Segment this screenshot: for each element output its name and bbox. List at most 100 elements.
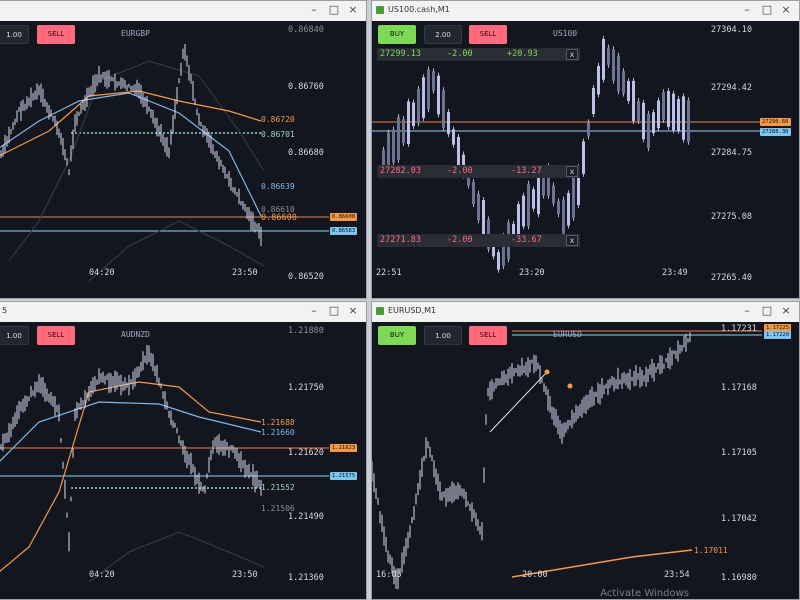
maximize-icon[interactable]: □: [327, 304, 341, 318]
chart-window-us100[interactable]: US100.cash,M1 – □ × BUY 2.00 SELL US100 …: [371, 0, 800, 299]
price-axis-label: 0.86520: [288, 272, 324, 282]
window-titlebar[interactable]: 5 – □ ×: [0, 302, 366, 322]
candle-body: [442, 90, 445, 128]
candle-body: [412, 102, 415, 127]
candle-body: [552, 185, 555, 204]
price-axis-label: 27265.40: [711, 273, 752, 283]
window-title: EURUSD,M1: [388, 306, 437, 315]
candle-body: [537, 171, 540, 215]
price-axis-label: 0.86600: [261, 213, 297, 223]
price-axis-label: 1.16980: [721, 573, 757, 583]
candle-body: [632, 80, 635, 122]
candle-body: [402, 118, 405, 144]
candle-body: [597, 65, 600, 95]
price-tag-orange: 0.86600: [330, 213, 358, 221]
maximize-icon[interactable]: □: [760, 304, 774, 318]
price-tag-orange: 1.21623: [330, 444, 358, 452]
candle-body: [407, 101, 410, 144]
buy-button[interactable]: BUY: [378, 25, 416, 44]
minimize-icon[interactable]: –: [307, 304, 321, 318]
chart-plot-area[interactable]: BUY 1.00 SELL EURUSD 1.17231 1.17168 1.1…: [372, 322, 799, 599]
chart-plot-area[interactable]: BUY 2.00 SELL US100 27299.13 -2.00 +20.9…: [372, 21, 799, 298]
window-titlebar[interactable]: EURUSD,M1 – □ ×: [372, 302, 799, 322]
candle-body: [477, 193, 480, 221]
sell-button[interactable]: SELL: [469, 25, 507, 44]
close-icon[interactable]: ×: [779, 3, 793, 17]
lot-size-field[interactable]: 1.00: [0, 326, 29, 345]
price-chart: [0, 345, 329, 583]
time-axis-label: 23:50: [232, 268, 258, 278]
candle-body: [572, 177, 575, 218]
price-chart: [372, 35, 762, 273]
candle-body: [522, 195, 525, 227]
chart-plot-area[interactable]: 1.00 SELL AUDNZD 1.21880 1.21750 1.21688…: [0, 322, 366, 599]
price-axis-label: 27294.42: [711, 83, 752, 93]
candle-body: [657, 100, 660, 129]
moving-average-blue: [0, 92, 262, 217]
candle-body: [447, 111, 450, 135]
price-axis-label: 0.86840: [288, 25, 324, 35]
window-titlebar[interactable]: – □ ×: [0, 1, 366, 21]
activate-windows-watermark: Activate Windows: [600, 588, 689, 599]
close-icon[interactable]: ×: [346, 304, 360, 318]
candle-body: [667, 91, 670, 127]
close-icon[interactable]: ×: [346, 3, 360, 17]
candle-body: [642, 102, 645, 140]
chart-plot-area[interactable]: 1.00 SELL EURGBP 0.86840 0.86760 0.86720…: [0, 21, 366, 298]
price-chart: [0, 43, 329, 282]
time-axis-label: 23:50: [232, 570, 258, 580]
minimize-icon[interactable]: –: [307, 3, 321, 17]
indicator-level-label: 1.21688: [261, 418, 295, 427]
candle-body: [527, 183, 530, 227]
close-icon[interactable]: ×: [779, 304, 793, 318]
chart-window-audnzd[interactable]: 5 – □ × 1.00 SELL AUDNZD 1.21880 1.21750…: [0, 301, 367, 600]
candle-body: [587, 122, 590, 137]
order-line-row[interactable]: 27299.13 -2.00 +20.93 x: [377, 48, 580, 61]
close-order-button[interactable]: x: [566, 235, 578, 246]
candle-body: [617, 55, 620, 92]
lot-size-field[interactable]: 1.00: [424, 326, 462, 345]
order-pnl: -13.27: [511, 166, 542, 176]
candle-body: [677, 99, 680, 131]
price-axis-label: 1.21620: [288, 448, 324, 458]
candle-body: [397, 117, 400, 160]
buy-button[interactable]: BUY: [378, 326, 416, 345]
candle-body: [622, 71, 625, 94]
minimize-icon[interactable]: –: [740, 304, 754, 318]
indicator-level-label: 1.17011: [694, 546, 728, 555]
candle-body: [517, 204, 520, 238]
order-line-row[interactable]: 27282.03 -2.00 -13.27 x: [377, 165, 580, 178]
trendline: [489, 371, 548, 433]
window-title: US100.cash,M1: [388, 5, 450, 14]
candle-body: [637, 101, 640, 121]
price-axis-label: 27304.10: [711, 25, 752, 35]
chart-window-eurusd[interactable]: EURUSD,M1 – □ × BUY 1.00 SELL EURUSD 1.1…: [371, 301, 800, 600]
chart-window-eurgbp[interactable]: – □ × 1.00 SELL EURGBP 0.86840 0.86760 0…: [0, 0, 367, 299]
indicator-level-label: 1.21552: [261, 483, 295, 492]
price-axis-label: 1.17042: [721, 514, 757, 524]
lot-size-field[interactable]: 1.00: [0, 25, 29, 44]
maximize-icon[interactable]: □: [760, 3, 774, 17]
maximize-icon[interactable]: □: [327, 3, 341, 17]
time-axis-label: 04:20: [89, 570, 115, 580]
price-tag-orange: 27290.60: [760, 118, 791, 126]
candle-body: [682, 96, 685, 140]
candle-body: [582, 141, 585, 174]
sell-button[interactable]: SELL: [469, 326, 507, 345]
sell-button[interactable]: SELL: [37, 25, 75, 44]
close-order-button[interactable]: x: [566, 49, 578, 60]
sell-button[interactable]: SELL: [37, 326, 75, 345]
close-order-button[interactable]: x: [566, 166, 578, 177]
candle-body: [497, 252, 500, 270]
time-axis-label: 16:05: [376, 570, 402, 580]
candle-body: [542, 178, 545, 196]
order-line-row[interactable]: 27271.83 -2.00 -33.67 x: [377, 234, 580, 247]
order-pnl: +20.93: [507, 49, 538, 59]
lot-size-field[interactable]: 2.00: [424, 25, 462, 44]
minimize-icon[interactable]: –: [740, 3, 754, 17]
window-titlebar[interactable]: US100.cash,M1 – □ ×: [372, 1, 799, 21]
order-price: 27282.03: [380, 166, 421, 176]
trade-marker: [544, 369, 550, 375]
chart-symbol-label: US100: [553, 29, 578, 38]
order-price: 27271.83: [380, 235, 421, 245]
